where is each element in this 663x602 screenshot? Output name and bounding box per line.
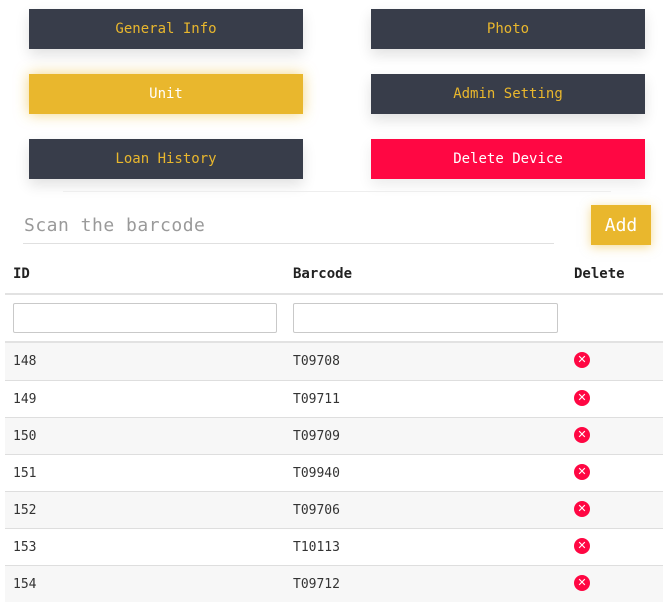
id-cell: 152	[13, 503, 37, 518]
delete-icon[interactable]: ✕	[574, 464, 590, 480]
table-row: 154 T09712 ✕	[5, 565, 663, 602]
barcode-cell: T09712	[293, 577, 340, 592]
id-cell: 151	[13, 466, 37, 481]
loan-history-button[interactable]: Loan History	[29, 139, 303, 179]
photo-button[interactable]: Photo	[371, 9, 645, 49]
id-cell: 149	[13, 392, 37, 407]
barcode-cell: T09708	[293, 354, 340, 369]
id-cell: 153	[13, 540, 37, 555]
barcode-cell: T09706	[293, 503, 340, 518]
barcode-cell: T09940	[293, 466, 340, 481]
column-header-barcode[interactable]: Barcode	[293, 266, 352, 282]
id-cell: 150	[13, 429, 37, 444]
divider	[63, 191, 611, 192]
table-row: 152 T09706 ✕	[5, 491, 663, 528]
column-header-delete: Delete	[574, 266, 625, 282]
delete-icon[interactable]: ✕	[574, 575, 590, 591]
id-cell: 154	[13, 577, 37, 592]
delete-icon[interactable]: ✕	[574, 427, 590, 443]
id-cell: 148	[13, 354, 37, 369]
add-button[interactable]: Add	[591, 205, 651, 245]
barcode-cell: T10113	[293, 540, 340, 555]
general-info-button[interactable]: General Info	[29, 9, 303, 49]
barcode-filter-input[interactable]	[293, 303, 558, 333]
table-row: 150 T09709 ✕	[5, 417, 663, 454]
table-row: 153 T10113 ✕	[5, 528, 663, 565]
barcode-scan-input[interactable]	[23, 208, 554, 244]
delete-icon[interactable]: ✕	[574, 390, 590, 406]
delete-icon[interactable]: ✕	[574, 352, 590, 368]
unit-button[interactable]: Unit	[29, 74, 303, 114]
barcode-cell: T09711	[293, 392, 340, 407]
header-divider	[5, 293, 663, 295]
table-row: 148 T09708 ✕	[5, 343, 663, 380]
admin-setting-button[interactable]: Admin Setting	[371, 74, 645, 114]
column-header-id[interactable]: ID	[13, 266, 30, 282]
barcode-cell: T09709	[293, 429, 340, 444]
delete-icon[interactable]: ✕	[574, 538, 590, 554]
table-row: 151 T09940 ✕	[5, 454, 663, 491]
table-row: 149 T09711 ✕	[5, 380, 663, 417]
delete-icon[interactable]: ✕	[574, 501, 590, 517]
delete-device-button[interactable]: Delete Device	[371, 139, 645, 179]
id-filter-input[interactable]	[13, 303, 277, 333]
